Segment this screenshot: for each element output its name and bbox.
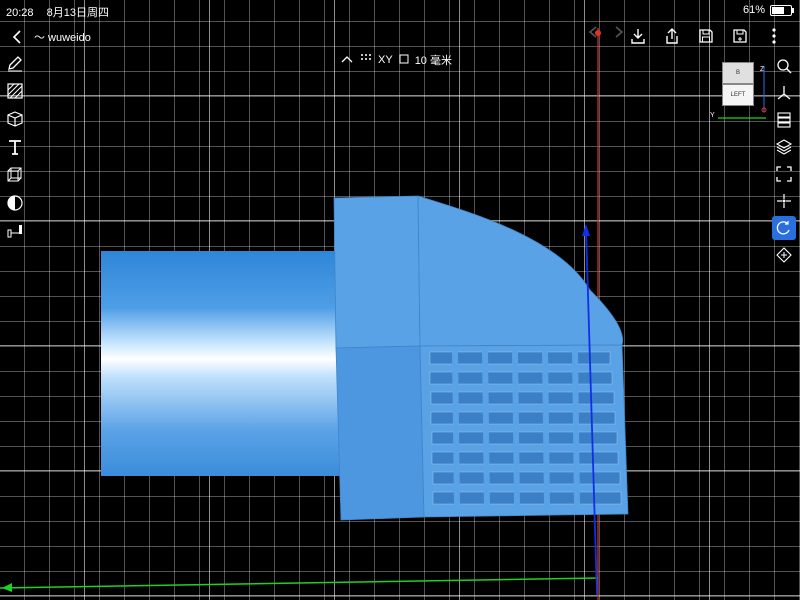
redo-icon[interactable] [610, 24, 626, 45]
text-tool-icon[interactable] [4, 136, 26, 158]
download-icon[interactable] [626, 24, 650, 48]
z-axis-arrow [582, 224, 590, 236]
elbow-curved-face [417, 195, 624, 347]
view-cube-axes [718, 66, 767, 119]
axes-icon[interactable] [772, 81, 796, 105]
view-info: XY 10 毫米 [340, 52, 452, 68]
left-toolbar [4, 52, 26, 242]
cube-icon[interactable] [4, 108, 26, 130]
undo-icon[interactable] [586, 24, 602, 45]
grille-panel [419, 344, 629, 518]
snap-point-icon[interactable] [772, 189, 796, 213]
scene-svg [0, 28, 629, 600]
hatch-icon[interactable] [4, 80, 26, 102]
transform-icon[interactable] [772, 243, 796, 267]
cylinder-body [101, 251, 341, 476]
file-path-label[interactable]: 〜 wuweido [34, 29, 91, 45]
y-axis-arrow [2, 583, 12, 592]
battery-status: 61% [742, 4, 794, 16]
status-date: 8月13日周四 [46, 7, 109, 19]
more-icon[interactable] [762, 24, 786, 48]
right-toolbar [772, 54, 796, 267]
rotate-icon[interactable] [772, 216, 796, 240]
y-axis-line [0, 577, 599, 589]
back-chevron-icon[interactable] [6, 26, 28, 48]
layers-stack-icon[interactable] [772, 108, 796, 132]
top-nav: 〜 wuweido [6, 26, 91, 48]
view-cube[interactable]: B LEFT Z Y [708, 60, 772, 122]
history-controls [586, 24, 626, 45]
box-bottom-left-face [335, 345, 425, 521]
grid-size-label[interactable]: 10 毫米 [415, 52, 452, 68]
measure-icon[interactable] [4, 220, 26, 242]
wireframe-cube-icon[interactable] [4, 164, 26, 186]
material-sphere-icon[interactable] [4, 192, 26, 214]
status-bar: 20:28 8月13日周四 [6, 4, 109, 20]
save-as-icon[interactable] [728, 24, 752, 48]
fit-frame-icon[interactable] [772, 162, 796, 186]
chevron-up-icon[interactable] [340, 54, 354, 67]
battery-percent: 61% [742, 4, 765, 16]
file-actions [626, 24, 786, 48]
work-plane-label[interactable]: XY [378, 54, 393, 66]
share-icon[interactable] [660, 24, 684, 48]
battery-icon [770, 4, 794, 16]
grid-snap-icon [360, 53, 372, 68]
save-icon[interactable] [694, 24, 718, 48]
grid-size-icon [399, 54, 409, 67]
box-top-left-face [333, 195, 421, 349]
sketch-pencil-icon[interactable] [4, 52, 26, 74]
status-time: 20:28 [6, 7, 34, 19]
zoom-search-icon[interactable] [772, 54, 796, 78]
layer-icon[interactable] [772, 135, 796, 159]
